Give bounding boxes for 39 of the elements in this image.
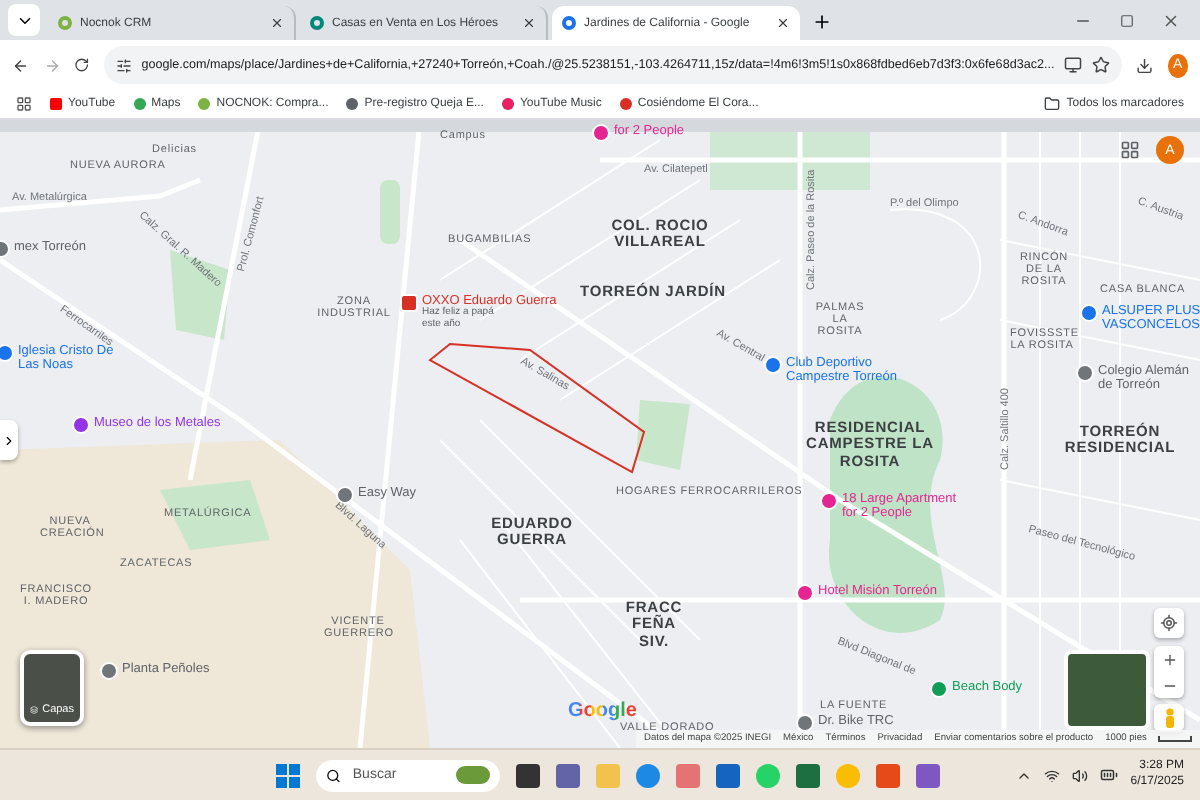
download-icon[interactable]: [1136, 55, 1154, 75]
favicon-icon: [562, 16, 576, 30]
place-marker[interactable]: [400, 294, 418, 312]
favicon-icon: [310, 16, 324, 30]
bookmark-star-icon[interactable]: [1092, 56, 1111, 74]
photo-placeholder[interactable]: [1064, 650, 1150, 730]
close-icon[interactable]: [522, 16, 536, 30]
reload-icon[interactable]: [74, 56, 90, 74]
search-icon: [326, 767, 341, 783]
bookmark-favicon-icon: [198, 98, 211, 110]
bookmark-favicon-icon: [619, 98, 632, 110]
apps-grid-icon[interactable]: [16, 96, 32, 112]
bookmark-favicon-icon: [501, 98, 514, 110]
bookmark-favicon-icon: [50, 98, 62, 110]
favicon-icon: [58, 16, 72, 30]
location-icon: [1160, 614, 1178, 632]
monitor-icon[interactable]: [1064, 56, 1083, 74]
scale-bar: [1158, 736, 1192, 742]
layers-icon: [30, 704, 39, 716]
place-marker[interactable]: [0, 344, 14, 362]
battery-icon[interactable]: [1100, 766, 1119, 784]
bookmark-favicon-icon: [133, 98, 146, 110]
person-icon: [1163, 708, 1175, 728]
windows-logo-icon[interactable]: [276, 763, 300, 787]
site-settings-icon[interactable]: [115, 57, 132, 73]
chevron-right-icon: [2, 433, 16, 447]
bookmark-favicon-icon: [346, 98, 359, 110]
wifi-icon[interactable]: [1044, 767, 1061, 783]
apps-button[interactable]: [1120, 140, 1140, 160]
close-icon[interactable]: [1162, 11, 1180, 29]
my-location-button[interactable]: [1154, 608, 1184, 638]
apps-grid-icon: [1120, 140, 1140, 160]
maximize-icon[interactable]: [1120, 13, 1134, 27]
close-icon[interactable]: [776, 16, 790, 30]
plus-icon: [1161, 651, 1177, 667]
back-icon[interactable]: [12, 55, 30, 75]
close-icon[interactable]: [270, 16, 284, 30]
speaker-icon[interactable]: [1072, 767, 1089, 783]
new-tab-icon[interactable]: [812, 12, 832, 32]
